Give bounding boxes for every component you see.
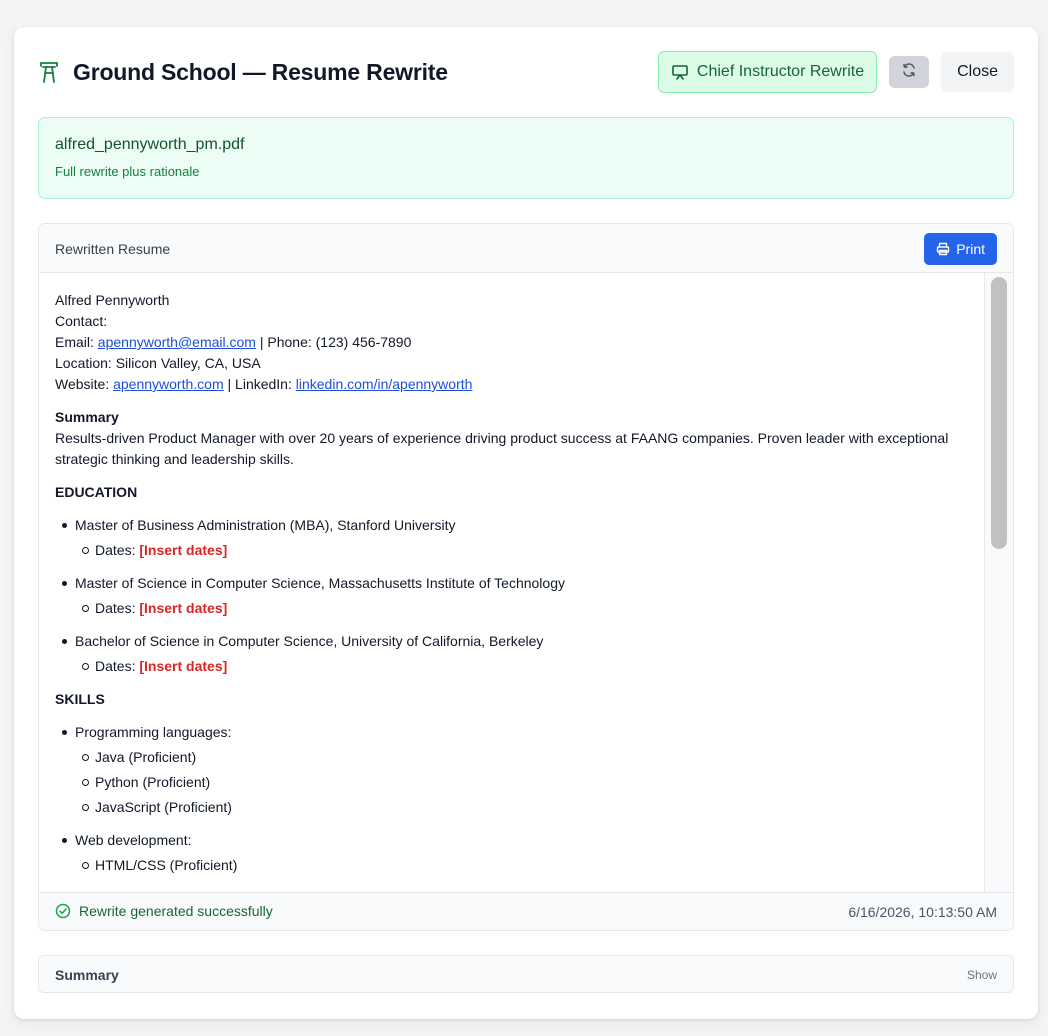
file-name: alfred_pennyworth_pm.pdf	[55, 136, 245, 153]
education-degree: Master of Business Administration (MBA),…	[75, 517, 456, 533]
list-item: Dates: [Insert dates]	[82, 598, 968, 619]
skill-group: Programming languages:	[75, 724, 232, 740]
list-item: Master of Science in Computer Science, M…	[62, 573, 968, 619]
page-title: Ground School — Resume Rewrite	[73, 58, 448, 85]
education-degree: Master of Science in Computer Science, M…	[75, 575, 565, 591]
title-wrap: Ground School — Resume Rewrite	[38, 51, 448, 93]
skills-heading: SKILLS	[55, 691, 105, 707]
summary-heading: Summary	[55, 409, 119, 425]
dates-placeholder: [Insert dates]	[139, 658, 228, 674]
sub-list: Java (Proficient) Python (Proficient) Ja…	[75, 747, 968, 818]
resume-content: Alfred Pennyworth Contact: Email: apenny…	[39, 273, 984, 893]
dates-placeholder: [Insert dates]	[139, 542, 228, 558]
panel-header: Rewritten Resume Print	[39, 224, 1013, 273]
modal-header: Ground School — Resume Rewrite Chief Ins…	[38, 51, 1014, 93]
website-link[interactable]: apennyworth.com	[113, 376, 224, 392]
tower-icon	[38, 60, 60, 84]
chief-instructor-rewrite-button[interactable]: Chief Instructor Rewrite	[657, 51, 878, 93]
list-item: JavaScript (Proficient)	[82, 797, 968, 818]
list-item: Python (Proficient)	[82, 772, 968, 793]
file-subtitle: Full rewrite plus rationale	[55, 164, 200, 179]
summary-section[interactable]: Summary Show	[38, 955, 1014, 993]
panel-title: Rewritten Resume	[55, 241, 171, 257]
education-list: Master of Business Administration (MBA),…	[55, 515, 968, 677]
close-button[interactable]: Close	[941, 52, 1014, 92]
status-message: Rewrite generated successfully	[55, 903, 273, 919]
dates-label: Dates:	[95, 600, 140, 616]
dates-label: Dates:	[95, 542, 140, 558]
printer-icon	[936, 242, 950, 256]
summary-show-toggle[interactable]: Show	[967, 968, 997, 982]
sub-list: HTML/CSS (Proficient)	[75, 855, 968, 876]
header-actions: Chief Instructor Rewrite Close	[657, 51, 1014, 93]
summary-text: Results-driven Product Manager with over…	[55, 430, 949, 467]
print-label: Print	[956, 241, 985, 257]
dates-placeholder: [Insert dates]	[139, 600, 228, 616]
refresh-icon	[901, 62, 917, 83]
email-line: Email: apennyworth@email.com | Phone: (1…	[55, 332, 968, 353]
skills-list: Programming languages: Java (Proficient)…	[55, 722, 968, 876]
rewritten-resume-panel: Rewritten Resume Print Alfred Pennyworth…	[38, 223, 1014, 931]
list-item: Bachelor of Science in Computer Science,…	[62, 631, 968, 677]
education-degree: Bachelor of Science in Computer Science,…	[75, 633, 544, 649]
print-button[interactable]: Print	[924, 233, 997, 265]
dates-label: Dates:	[95, 658, 140, 674]
education-heading: EDUCATION	[55, 484, 138, 500]
linkedin-label: | LinkedIn:	[223, 376, 296, 392]
sub-list: Dates: [Insert dates]	[75, 598, 968, 619]
panel-footer: Rewrite generated successfully 6/16/2026…	[39, 892, 1013, 930]
website-label: Website:	[55, 376, 114, 392]
content-scrollbar[interactable]	[984, 273, 1013, 893]
file-info-box: alfred_pennyworth_pm.pdf Full rewrite pl…	[38, 117, 1014, 199]
email-label: Email:	[55, 334, 98, 350]
list-item: Dates: [Insert dates]	[82, 540, 968, 561]
list-item: Java (Proficient)	[82, 747, 968, 768]
location-line: Location: Silicon Valley, CA, USA	[55, 355, 261, 371]
contact-label: Contact:	[55, 313, 108, 329]
summary-section-title: Summary	[55, 967, 119, 983]
sub-list: Dates: [Insert dates]	[75, 656, 968, 677]
skill-group: Web development:	[75, 832, 192, 848]
refresh-button[interactable]	[889, 56, 930, 88]
linkedin-link[interactable]: linkedin.com/in/apennyworth	[296, 376, 473, 392]
resume-rewrite-modal: Ground School — Resume Rewrite Chief Ins…	[14, 27, 1038, 1019]
timestamp: 6/16/2026, 10:13:50 AM	[848, 904, 997, 920]
check-circle-icon	[55, 903, 71, 919]
website-line: Website: apennyworth.com | LinkedIn: lin…	[55, 374, 968, 395]
phone-text: | Phone: (123) 456-7890	[255, 334, 412, 350]
scrollbar-thumb[interactable]	[991, 277, 1007, 549]
email-link[interactable]: apennyworth@email.com	[98, 334, 256, 350]
status-text: Rewrite generated successfully	[79, 903, 273, 919]
list-item: HTML/CSS (Proficient)	[82, 855, 968, 876]
list-item: Programming languages: Java (Proficient)…	[62, 722, 968, 818]
chief-instructor-rewrite-label: Chief Instructor Rewrite	[696, 63, 865, 80]
resume-name: Alfred Pennyworth	[55, 292, 170, 308]
list-item: Master of Business Administration (MBA),…	[62, 515, 968, 561]
list-item: Dates: [Insert dates]	[82, 656, 968, 677]
presentation-icon	[671, 63, 689, 81]
sub-list: Dates: [Insert dates]	[75, 540, 968, 561]
list-item: Web development: HTML/CSS (Proficient)	[62, 830, 968, 876]
